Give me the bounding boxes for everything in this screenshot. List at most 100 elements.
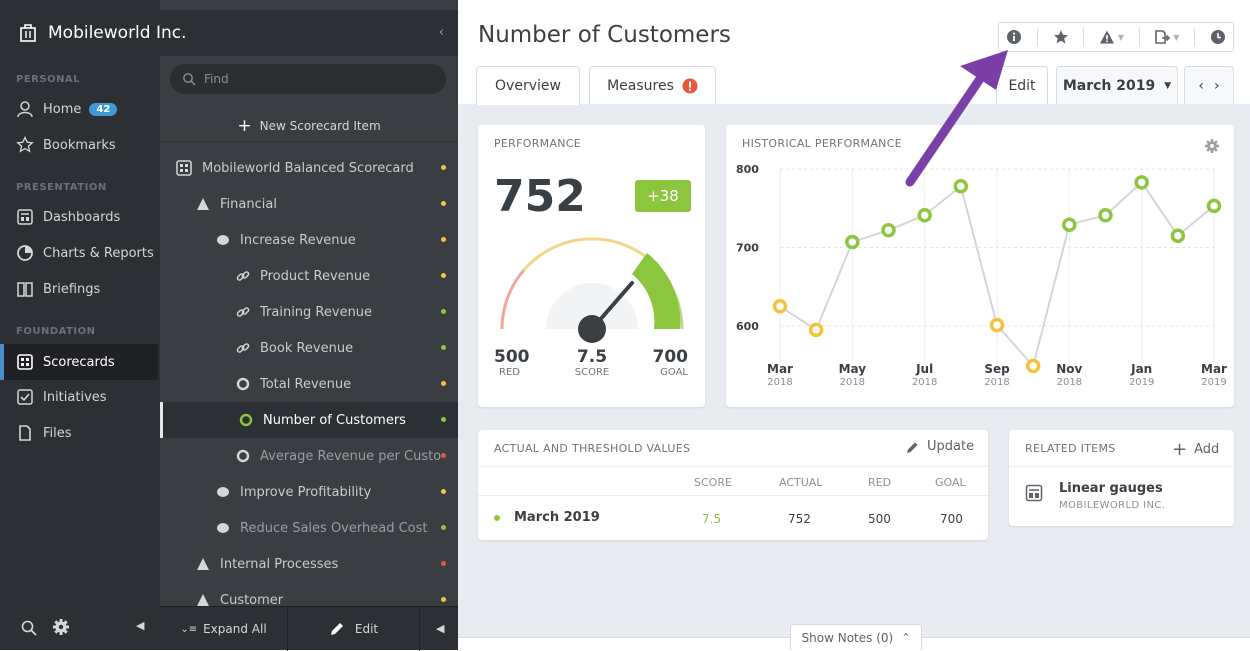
period-dropdown[interactable]: March 2019 ▼ — [1056, 66, 1178, 104]
data-point — [1206, 198, 1222, 214]
col-goal-header: GOAL — [935, 476, 966, 489]
building-icon — [20, 24, 36, 42]
table-row[interactable]: March 2019 7.5 752 500 700 — [478, 496, 988, 540]
performance-gauge — [500, 237, 684, 343]
next-period-button[interactable]: › — [1214, 78, 1220, 94]
tree-row[interactable]: Total Revenue — [160, 366, 458, 402]
status-dot — [441, 561, 446, 566]
search-icon[interactable] — [20, 619, 38, 637]
prev-period-button[interactable]: ‹ — [1198, 78, 1204, 94]
nav-item-home[interactable]: Home 42 — [0, 92, 158, 126]
alert-dropdown[interactable]: ▼ — [1099, 29, 1124, 45]
gear-icon[interactable] — [52, 618, 70, 636]
perspective-icon — [196, 593, 210, 607]
goal-threshold: 700 GOAL — [628, 347, 689, 378]
nav-section-foundation: FOUNDATION — [16, 326, 96, 337]
tree-row-label: Increase Revenue — [240, 232, 356, 248]
tree-edit-label: Edit — [354, 622, 379, 636]
expand-all-button[interactable]: ⌄≡ Expand All — [160, 607, 288, 651]
x-tick-year: 2018 — [767, 377, 792, 388]
tree-row[interactable]: Improve Profitability — [160, 474, 458, 510]
new-scorecard-item-button[interactable]: + New Scorecard Item — [160, 110, 458, 142]
tree-row-label: Reduce Sales Overhead Cost — [240, 520, 428, 536]
search-icon — [183, 73, 196, 86]
pencil-icon — [330, 623, 343, 635]
star-icon[interactable] — [1053, 29, 1069, 45]
nav-item-charts-reports[interactable]: Charts & Reports — [0, 236, 158, 270]
data-point — [1134, 175, 1149, 190]
goal-value: 700 — [652, 347, 689, 367]
tree-row-label: Average Revenue per Custo — [260, 448, 442, 464]
tree-row[interactable]: Training Revenue — [160, 294, 458, 330]
row-period: March 2019 — [514, 510, 600, 525]
red-label: RED — [499, 367, 520, 378]
collapse-nav-icon[interactable]: ◀ — [136, 619, 144, 632]
nav-item-bookmarks[interactable]: Bookmarks — [0, 128, 158, 162]
x-tick-year: 2018 — [840, 377, 865, 388]
tab-overview[interactable]: Overview — [476, 66, 580, 105]
nav-item-label: Briefings — [43, 281, 101, 297]
tree-row-label: Improve Profitability — [240, 484, 372, 500]
score-label: SCORE — [574, 367, 610, 378]
status-dot — [441, 453, 446, 458]
nav-item-label: Dashboards — [43, 209, 121, 225]
performance-value: 752 — [494, 171, 586, 222]
tree-row[interactable]: Mobileworld Balanced Scorecard — [160, 150, 458, 186]
plus-icon: + — [1172, 439, 1188, 460]
link-icon — [236, 269, 250, 283]
data-point — [1170, 228, 1186, 243]
chevron-down-icon: ▼ — [1173, 32, 1180, 42]
tree-edit-button[interactable]: Edit — [288, 607, 420, 651]
related-item[interactable]: Linear gauges MOBILEWORLD INC. — [1009, 467, 1234, 526]
tree-row-label: Training Revenue — [260, 304, 373, 320]
scorecard-tree-panel: Find + New Scorecard Item Mobileworld Ba… — [160, 0, 458, 651]
x-tick-year: 2018 — [1057, 377, 1082, 388]
data-point — [845, 234, 860, 250]
data-point — [1025, 358, 1041, 374]
col-score-header: SCORE — [694, 476, 732, 489]
nav-item-initiatives[interactable]: Initiatives — [0, 380, 158, 414]
tree-row-label: Total Revenue — [260, 376, 352, 392]
nav-item-dashboards[interactable]: Dashboards — [0, 200, 158, 234]
gear-icon[interactable] — [1204, 138, 1220, 154]
nav-item-label: Charts & Reports — [43, 245, 154, 261]
goal-label: GOAL — [660, 367, 688, 378]
tree-row[interactable]: Increase Revenue — [160, 222, 458, 258]
performance-card: PERFORMANCE 752 +38 500 RED 7.5 SCORE 70… — [478, 125, 705, 407]
tree-row[interactable]: Average Revenue per Custo — [160, 438, 458, 474]
nav-item-briefings[interactable]: Briefings — [0, 272, 158, 306]
warning-icon — [1099, 30, 1114, 44]
row-goal: 700 — [940, 512, 963, 526]
status-dot — [441, 201, 446, 206]
measure-icon — [239, 413, 253, 427]
period-label: March 2019 — [1062, 77, 1156, 94]
export-dropdown[interactable]: ▼ — [1154, 29, 1179, 45]
tree-row[interactable]: Reduce Sales Overhead Cost — [160, 510, 458, 546]
nav-section-presentation: PRESENTATION — [16, 182, 107, 193]
collapse-tree-icon[interactable]: ◀ — [436, 622, 444, 635]
x-tick-label: Mar — [767, 362, 793, 376]
user-icon — [17, 101, 33, 118]
tree-search-input[interactable]: Find — [170, 64, 446, 94]
nav-item-files[interactable]: Files — [0, 416, 158, 450]
related-title: RELATED ITEMS — [1025, 442, 1116, 455]
clock-icon[interactable] — [1210, 29, 1226, 45]
data-point — [881, 222, 896, 238]
tree-row[interactable]: Internal Processes — [160, 546, 458, 582]
add-related-button[interactable]: + Add — [1172, 439, 1219, 460]
change-badge: +38 — [635, 180, 691, 212]
org-header[interactable]: Mobileworld Inc. ‹ — [0, 10, 458, 56]
tree-row[interactable]: Product Revenue — [160, 258, 458, 294]
update-button[interactable]: Update — [906, 439, 974, 454]
tree-row[interactable]: Financial — [160, 186, 458, 222]
tab-measures[interactable]: Measures — [589, 66, 716, 104]
measure-icon — [236, 449, 250, 463]
tree-row[interactable]: Book Revenue — [160, 330, 458, 366]
chevron-left-icon[interactable]: ‹ — [439, 25, 444, 40]
tree-row[interactable]: Number of Customers — [160, 402, 458, 438]
nav-item-scorecards[interactable]: Scorecards — [0, 344, 158, 380]
show-notes-label: Show Notes (0) — [801, 630, 894, 645]
tree-row-label: Book Revenue — [260, 340, 354, 356]
show-notes-button[interactable]: Show Notes (0) ⌃ — [790, 624, 922, 650]
main-nav: PERSONAL Home 42 Bookmarks PRESENTATION … — [0, 0, 160, 650]
